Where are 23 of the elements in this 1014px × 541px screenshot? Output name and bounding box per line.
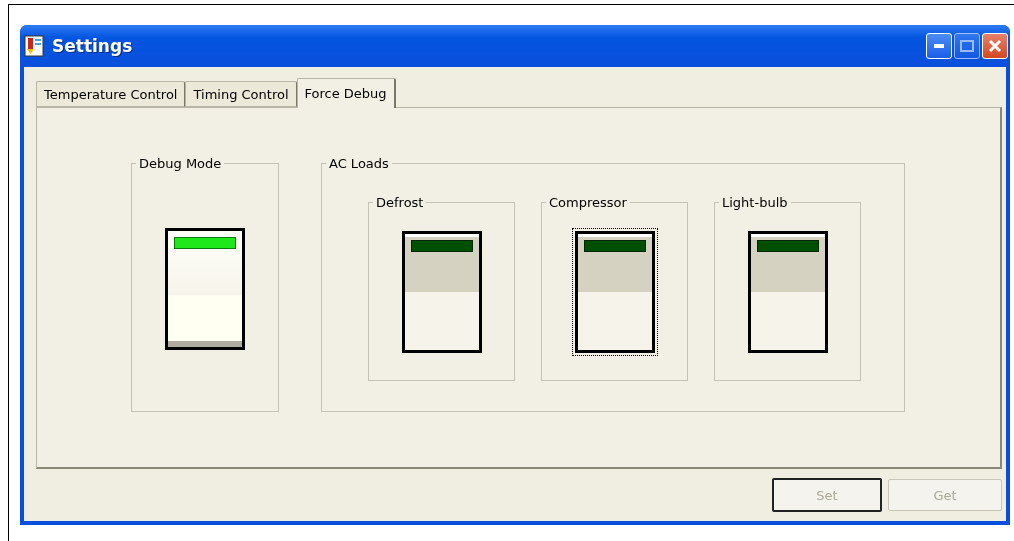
toggle-switch[interactable] (747, 231, 828, 353)
window-title: Settings (52, 36, 134, 56)
close-icon (988, 39, 1002, 53)
indicator-lamp (756, 240, 819, 252)
toggle-switch[interactable] (165, 228, 245, 350)
close-button[interactable] (982, 33, 1008, 59)
thermometer-icon (24, 35, 44, 57)
group-label: AC Loads (328, 156, 390, 171)
maximize-icon (960, 40, 974, 52)
indicator-lamp (174, 237, 236, 249)
toggle-switch[interactable] (401, 231, 482, 353)
maximize-button[interactable] (954, 33, 980, 59)
minimize-icon (934, 44, 944, 48)
group-label: Light-bulb (721, 195, 789, 210)
group-label: Debug Mode (138, 156, 223, 171)
indicator-lamp (410, 240, 473, 252)
minimize-button[interactable] (926, 33, 952, 59)
group-label: Compressor (548, 195, 628, 210)
group-label: Defrost (375, 195, 425, 210)
tab[interactable]: Force Debug (296, 78, 396, 108)
indicator-lamp (583, 240, 646, 252)
tab[interactable]: Temperature Control (36, 81, 186, 107)
tab[interactable]: Timing Control (185, 81, 297, 107)
